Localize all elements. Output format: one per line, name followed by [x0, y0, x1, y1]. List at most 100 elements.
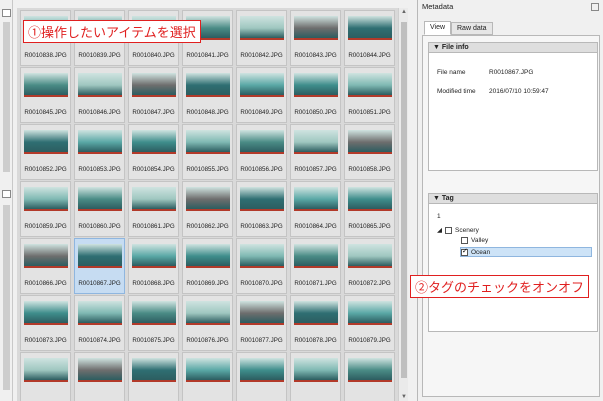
- thumbnail-cell[interactable]: R0010878.JPG: [290, 295, 341, 351]
- thumbnail-cell[interactable]: R0010875.JPG: [128, 295, 179, 351]
- tree-item-valley[interactable]: Valley: [461, 237, 488, 244]
- thumbnail-cell[interactable]: R0010846.JPG: [74, 67, 125, 123]
- tab-raw-data[interactable]: Raw data: [451, 22, 493, 35]
- kv-value: 2016/07/10 10:59:47: [489, 88, 549, 95]
- section-title: File info: [441, 44, 469, 51]
- thumbnail-cell[interactable]: R0010864.JPG: [290, 181, 341, 237]
- thumbnail-cell[interactable]: R0010863.JPG: [236, 181, 287, 237]
- thumbnail-cell[interactable]: R0010877.JPG: [236, 295, 287, 351]
- thumbnail-cell[interactable]: R0010876.JPG: [182, 295, 233, 351]
- thumbnail-filename: R0010872.JPG: [348, 280, 391, 287]
- scroll-thumb[interactable]: [401, 22, 407, 378]
- thumbnail-cell[interactable]: R0010849.JPG: [236, 67, 287, 123]
- scroll-down-icon[interactable]: ▼: [400, 394, 408, 400]
- left-panel-strip: [0, 0, 13, 401]
- thumbnail-cell[interactable]: [344, 352, 395, 401]
- pin-icon[interactable]: [591, 3, 599, 11]
- thumbnail-cell[interactable]: R0010853.JPG: [74, 124, 125, 180]
- thumbnail-filename: R0010869.JPG: [186, 280, 229, 287]
- tab-view[interactable]: View: [424, 21, 452, 35]
- thumbnail-cell[interactable]: R0010869.JPG: [182, 238, 233, 294]
- tag-body: 1 ◢ Scenery Valley Ocean: [428, 204, 598, 332]
- thumbnail-cell[interactable]: [236, 352, 287, 401]
- thumbnail-filename: R0010848.JPG: [186, 109, 229, 116]
- tree-label: Valley: [471, 237, 489, 244]
- scroll-up-icon[interactable]: ▲: [400, 9, 408, 15]
- collapse-icon: ▼: [433, 195, 442, 202]
- thumbnail-image: [348, 358, 392, 382]
- tree-group-scenery[interactable]: ◢ Scenery: [437, 226, 479, 234]
- thumbnail-cell[interactable]: R0010855.JPG: [182, 124, 233, 180]
- left-scrollbar[interactable]: [3, 205, 10, 390]
- thumbnail-image: [132, 73, 176, 97]
- thumbnail-cell[interactable]: R0010860.JPG: [74, 181, 125, 237]
- thumbnail-cell[interactable]: R0010854.JPG: [128, 124, 179, 180]
- thumbnail-filename: R0010839.JPG: [78, 52, 121, 59]
- thumbnail-cell[interactable]: R0010852.JPG: [20, 124, 71, 180]
- thumbnail-cell[interactable]: R0010845.JPG: [20, 67, 71, 123]
- thumbnail-filename: R0010870.JPG: [240, 280, 283, 287]
- thumbnail-cell[interactable]: R0010861.JPG: [128, 181, 179, 237]
- checkbox-scenery[interactable]: [445, 226, 452, 234]
- thumbnail-cell[interactable]: R0010847.JPG: [128, 67, 179, 123]
- callout-toggle-tag: ②タグのチェックをオンオフ: [410, 275, 590, 298]
- tree-item-ocean[interactable]: Ocean: [460, 247, 592, 257]
- thumbnail-cell[interactable]: R0010879.JPG: [344, 295, 395, 351]
- thumbnail-cell[interactable]: R0010851.JPG: [344, 67, 395, 123]
- thumbnail-cell[interactable]: R0010858.JPG: [344, 124, 395, 180]
- thumbnail-cell[interactable]: R0010873.JPG: [20, 295, 71, 351]
- thumbnail-image: [294, 16, 338, 40]
- thumbnail-filename: R0010876.JPG: [186, 337, 229, 344]
- thumbnail-image: [132, 244, 176, 268]
- thumbnail-filename: R0010866.JPG: [24, 280, 67, 287]
- thumbnail-filename: R0010871.JPG: [294, 280, 337, 287]
- thumbnail-cell[interactable]: [74, 352, 125, 401]
- thumbnail-image: [132, 301, 176, 325]
- thumbnail-cell[interactable]: R0010874.JPG: [74, 295, 125, 351]
- thumbnail-filename: R0010864.JPG: [294, 223, 337, 230]
- thumbnail-image: [78, 244, 122, 268]
- thumbnail-cell[interactable]: R0010871.JPG: [290, 238, 341, 294]
- thumbnail-cell[interactable]: [128, 352, 179, 401]
- thumbnail-image: [348, 73, 392, 97]
- grid-scrollbar[interactable]: ▲ ▼: [398, 8, 408, 401]
- thumbnail-cell[interactable]: R0010857.JPG: [290, 124, 341, 180]
- thumbnail-filename: R0010867.JPG: [78, 280, 121, 287]
- tag-header[interactable]: ▼ Tag: [428, 193, 598, 204]
- thumbnail-image: [240, 301, 284, 325]
- thumbnail-cell[interactable]: R0010850.JPG: [290, 67, 341, 123]
- thumbnail-image: [240, 130, 284, 154]
- left-scrollbar[interactable]: [3, 22, 10, 172]
- thumbnail-cell[interactable]: R0010867.JPG: [74, 238, 125, 294]
- thumbnail-image: [132, 187, 176, 211]
- thumbnail-filename: R0010874.JPG: [78, 337, 121, 344]
- thumbnail-cell[interactable]: R0010870.JPG: [236, 238, 287, 294]
- checkbox-valley[interactable]: [461, 237, 468, 244]
- expand-icon[interactable]: ◢: [437, 226, 442, 234]
- thumbnail-cell[interactable]: R0010868.JPG: [128, 238, 179, 294]
- thumbnail-cell[interactable]: R0010872.JPG: [344, 238, 395, 294]
- thumbnail-cell[interactable]: R0010866.JPG: [20, 238, 71, 294]
- file-info-header[interactable]: ▼ File info: [428, 42, 598, 53]
- thumbnail-cell[interactable]: R0010856.JPG: [236, 124, 287, 180]
- thumbnail-cell[interactable]: R0010844.JPG: [344, 10, 395, 66]
- pin-icon[interactable]: [2, 9, 11, 17]
- tree-root-label: 1: [437, 213, 441, 220]
- pin-icon[interactable]: [2, 190, 11, 198]
- thumbnail-cell[interactable]: R0010848.JPG: [182, 67, 233, 123]
- thumbnail-filename: R0010879.JPG: [348, 337, 391, 344]
- thumbnail-cell[interactable]: R0010865.JPG: [344, 181, 395, 237]
- thumbnail-image: [240, 16, 284, 40]
- thumbnail-filename: R0010858.JPG: [348, 166, 391, 173]
- thumbnail-cell[interactable]: [290, 352, 341, 401]
- thumbnail-cell[interactable]: [182, 352, 233, 401]
- thumbnail-cell[interactable]: R0010843.JPG: [290, 10, 341, 66]
- thumbnail-filename: R0010863.JPG: [240, 223, 283, 230]
- thumbnail-cell[interactable]: R0010842.JPG: [236, 10, 287, 66]
- thumbnail-cell[interactable]: [20, 352, 71, 401]
- thumbnail-image: [186, 73, 230, 97]
- thumbnail-cell[interactable]: R0010859.JPG: [20, 181, 71, 237]
- thumbnail-image: [186, 130, 230, 154]
- thumbnail-cell[interactable]: R0010862.JPG: [182, 181, 233, 237]
- checkbox-ocean[interactable]: [461, 247, 468, 256]
